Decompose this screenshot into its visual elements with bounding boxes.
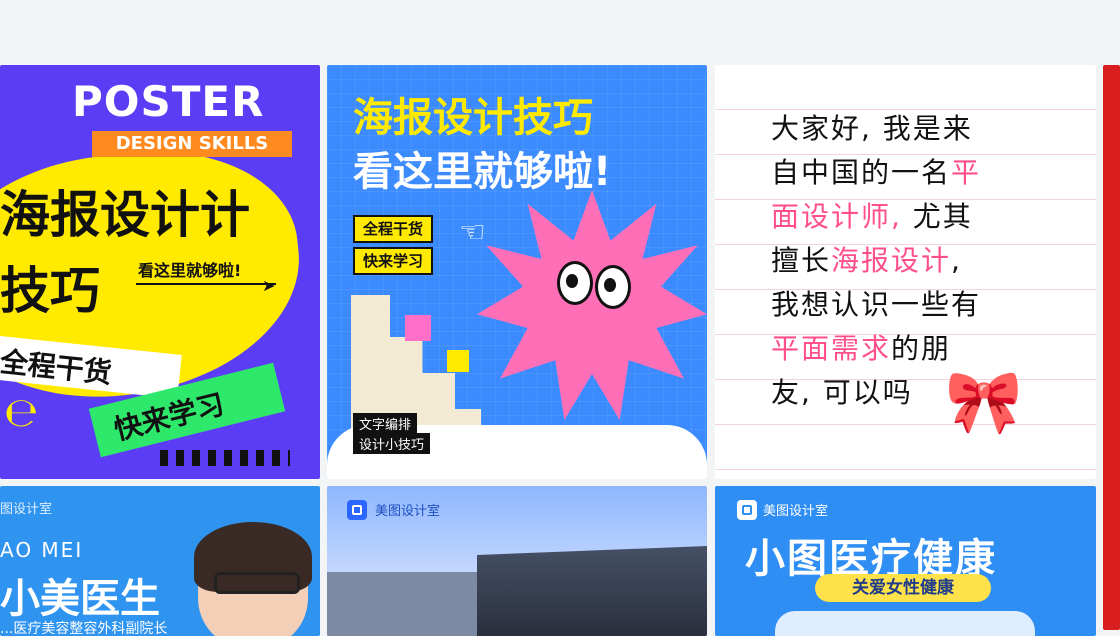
- text-line-4: 擅长海报设计,: [771, 244, 962, 277]
- text-line-3: 面设计师, 尤其: [771, 200, 973, 233]
- headline-yellow: 海报设计技巧: [353, 95, 593, 141]
- doctor-title: ...医疗美容整容外科副院长: [0, 621, 168, 636]
- caption-1: 文字编排: [353, 413, 418, 434]
- text-line-5: 我想认识一些有: [771, 288, 982, 321]
- headline-white: 看这里就够啦!: [353, 149, 612, 195]
- checker-strip: [160, 450, 290, 466]
- pink-star-character: [477, 190, 707, 420]
- template-card-doctor[interactable]: 图设计室 AO MEI 小美医生 ...医疗美容整容外科副院长: [0, 486, 320, 636]
- template-card-handwriting[interactable]: 大家好, 我是来 自中国的一名平 面设计师, 尤其 擅长海报设计, 我想认识一些…: [715, 65, 1096, 479]
- tag-2: 快来学习: [353, 247, 434, 275]
- banner-1-text: 全程干货: [0, 345, 114, 390]
- template-card-building[interactable]: 美图设计室: [327, 486, 707, 636]
- eye-icon: [595, 265, 631, 309]
- building-image: [477, 546, 707, 636]
- template-card-poster-tips[interactable]: 海报设计技巧 看这里就够啦! 全程干货 快来学习 ☜ 文字编排 设计小技巧: [327, 65, 707, 479]
- yellow-square: [447, 350, 469, 372]
- tag-1: 全程干货: [353, 215, 434, 243]
- brand-label: 图设计室: [0, 502, 53, 517]
- text-line-6: 平面需求的朋: [771, 332, 952, 365]
- arrow-right-icon: ➤: [262, 276, 276, 295]
- text-line-7: 友, 可以吗: [771, 376, 913, 409]
- side-caption: 看这里就够啦!: [138, 261, 242, 280]
- gift-icon: 🎀: [945, 365, 1023, 438]
- brand-logo-icon: [737, 500, 757, 520]
- cloud-shape: [775, 611, 1035, 636]
- top-bar: [0, 0, 1120, 64]
- eye-icon: [557, 261, 593, 305]
- pointing-hand-icon: ☜: [459, 215, 486, 250]
- template-card-health[interactable]: 美图设计室 小图医疗健康 关爱女性健康: [715, 486, 1096, 636]
- glasses-shape: [214, 572, 300, 594]
- brand-logo-icon: [347, 500, 367, 520]
- title-line-1: 海报设计计: [0, 186, 250, 244]
- title-line-2: 技巧: [0, 262, 100, 320]
- poster-heading: POSTER: [72, 77, 265, 126]
- template-card-poster-skills[interactable]: POSTER DESIGN SKILLS 海报设计计 技巧 看这里就够啦! ➤ …: [0, 65, 320, 479]
- english-name: AO MEI: [0, 538, 84, 562]
- text-line-2: 自中国的一名平: [771, 156, 982, 189]
- arrow-line: [136, 283, 276, 285]
- doctor-name: 小美医生: [0, 576, 160, 622]
- pink-square: [405, 315, 431, 341]
- template-card-partial[interactable]: [1103, 65, 1120, 630]
- squiggle-icon: ℮: [4, 390, 39, 436]
- building-left: [327, 572, 497, 636]
- design-skills-label: DESIGN SKILLS: [92, 131, 292, 157]
- caption-2: 设计小技巧: [353, 433, 431, 454]
- brand-label: 美图设计室: [763, 504, 829, 519]
- health-pill: 关爱女性健康: [815, 574, 991, 602]
- brand-label: 美图设计室: [375, 504, 441, 519]
- text-line-1: 大家好, 我是来: [771, 112, 973, 145]
